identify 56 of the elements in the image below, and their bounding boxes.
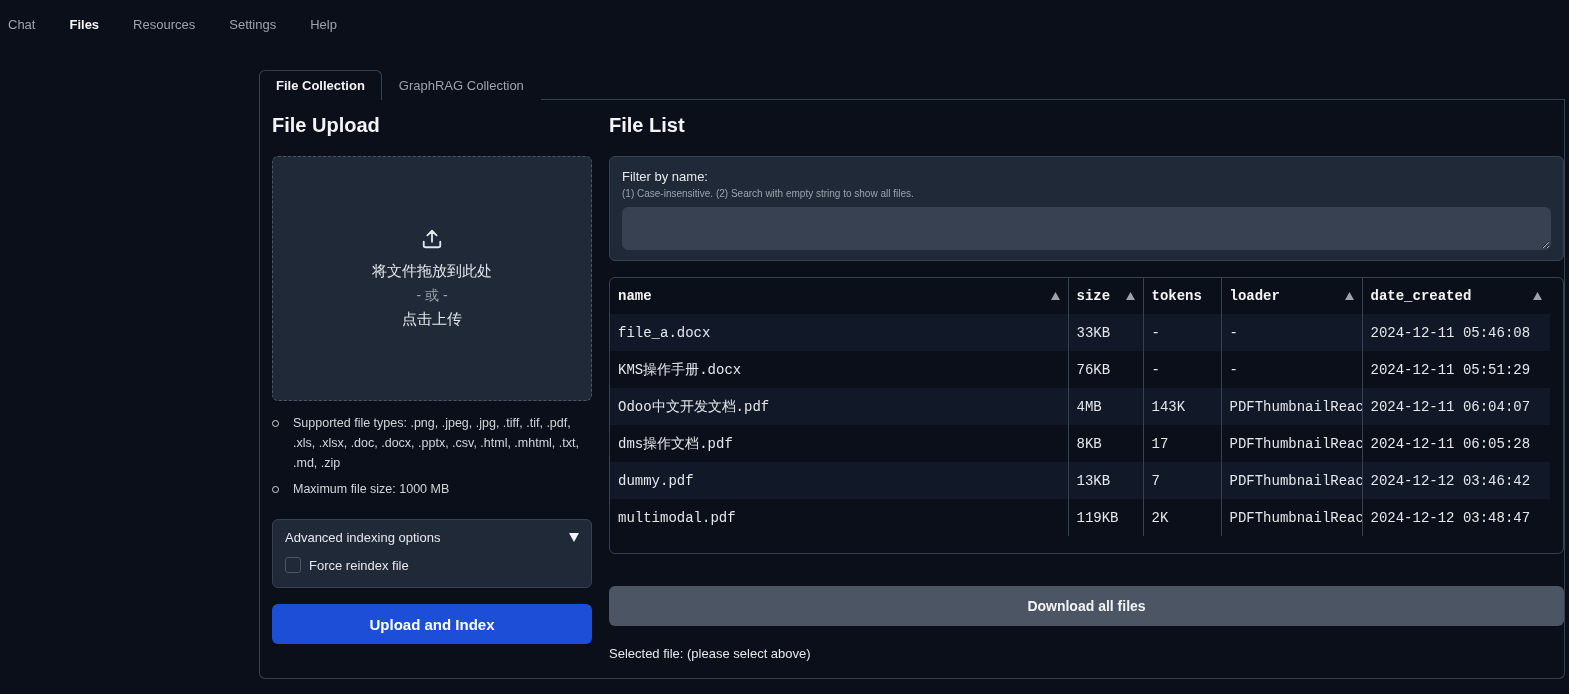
table-cell: KMS操作手册.docx: [610, 351, 1068, 388]
column-header[interactable]: name: [610, 278, 1068, 314]
upload-button[interactable]: Upload and Index: [272, 604, 592, 644]
tab[interactable]: GraphRAG Collection: [381, 70, 541, 100]
table-cell: -: [1143, 351, 1221, 388]
table-cell: 17: [1143, 425, 1221, 462]
drop-zone-text: - 或 -: [416, 285, 448, 305]
table-cell: 119KB: [1068, 499, 1143, 536]
table-cell: 2024-12-11 05:46:08: [1362, 314, 1550, 351]
filter-label: Filter by name:: [622, 169, 709, 184]
table-cell: 2024-12-11 05:51:29: [1362, 351, 1550, 388]
table-cell: 4MB: [1068, 388, 1143, 425]
table-cell: -: [1221, 351, 1362, 388]
filter-hint: (1) Case-insensitive. (2) Search with empty string to show all files.: [622, 188, 915, 199]
table-cell: 13KB: [1068, 462, 1143, 499]
drop-zone-text: 将文件拖放到此处: [372, 260, 492, 281]
table-cell: 2K: [1143, 499, 1221, 536]
file-drop-zone[interactable]: 将文件拖放到此处 - 或 - 点击上传: [272, 156, 592, 401]
table-cell: 143K: [1143, 388, 1221, 425]
table-cell: dummy.pdf: [610, 462, 1068, 499]
note-text: Supported file types: .png, .jpeg, .jpg, .tiff, .tif, .pdf, .xls, .xlsx, .doc, .docx, .pptx, .csv, .html, .mhtml, .txt, .md, .zip: [293, 415, 580, 472]
nav-tab[interactable]: Chat: [0, 17, 44, 52]
upload-icon: [421, 227, 443, 250]
table-cell: 2024-12-11 06:05:28: [1362, 425, 1550, 462]
sort-icon: [1344, 292, 1354, 300]
table-cell: 2024-12-12 03:46:42: [1362, 462, 1550, 499]
table-cell: 8KB: [1068, 425, 1143, 462]
table-cell: 76KB: [1068, 351, 1143, 388]
selected-file-text: Selected file: (please select above): [609, 646, 812, 661]
tab[interactable]: File Collection: [259, 70, 382, 100]
table-cell: 2024-12-12 03:48:47: [1362, 499, 1550, 536]
note-text: Maximum file size: 1000 MB: [293, 481, 450, 498]
sort-icon: [1125, 292, 1135, 300]
sort-icon: [1533, 292, 1542, 300]
section-title: File Upload: [272, 113, 381, 138]
filter-field[interactable]: [622, 207, 1551, 250]
table-cell: dms操作文档.pdf: [610, 425, 1068, 462]
table-cell: Odoo中文开发文档.pdf: [610, 388, 1068, 425]
sort-icon: [1050, 292, 1060, 300]
drop-zone-text: 点击上传: [402, 308, 462, 329]
checkbox-label: Force reindex file: [309, 557, 409, 573]
section-title: File List: [609, 113, 686, 138]
nav-tab[interactable]: Help: [302, 17, 345, 52]
table-cell: file_a.docx: [610, 314, 1068, 351]
nav-tab[interactable]: Resources: [125, 17, 204, 52]
table-cell: 33KB: [1068, 314, 1143, 351]
table-cell: 7: [1143, 462, 1221, 499]
download-button[interactable]: Download all files: [609, 586, 1564, 626]
nav-tab[interactable]: Settings: [221, 17, 285, 52]
table-cell: -: [1221, 314, 1362, 351]
table-cell: -: [1143, 314, 1221, 351]
checkbox[interactable]: [285, 557, 301, 573]
accordion-header[interactable]: Advanced indexing options: [285, 530, 579, 545]
table-cell: multimodal.pdf: [610, 499, 1068, 536]
table-cell: 2024-12-11 06:04:07: [1362, 388, 1550, 425]
nav-tab[interactable]: Files: [61, 17, 108, 52]
